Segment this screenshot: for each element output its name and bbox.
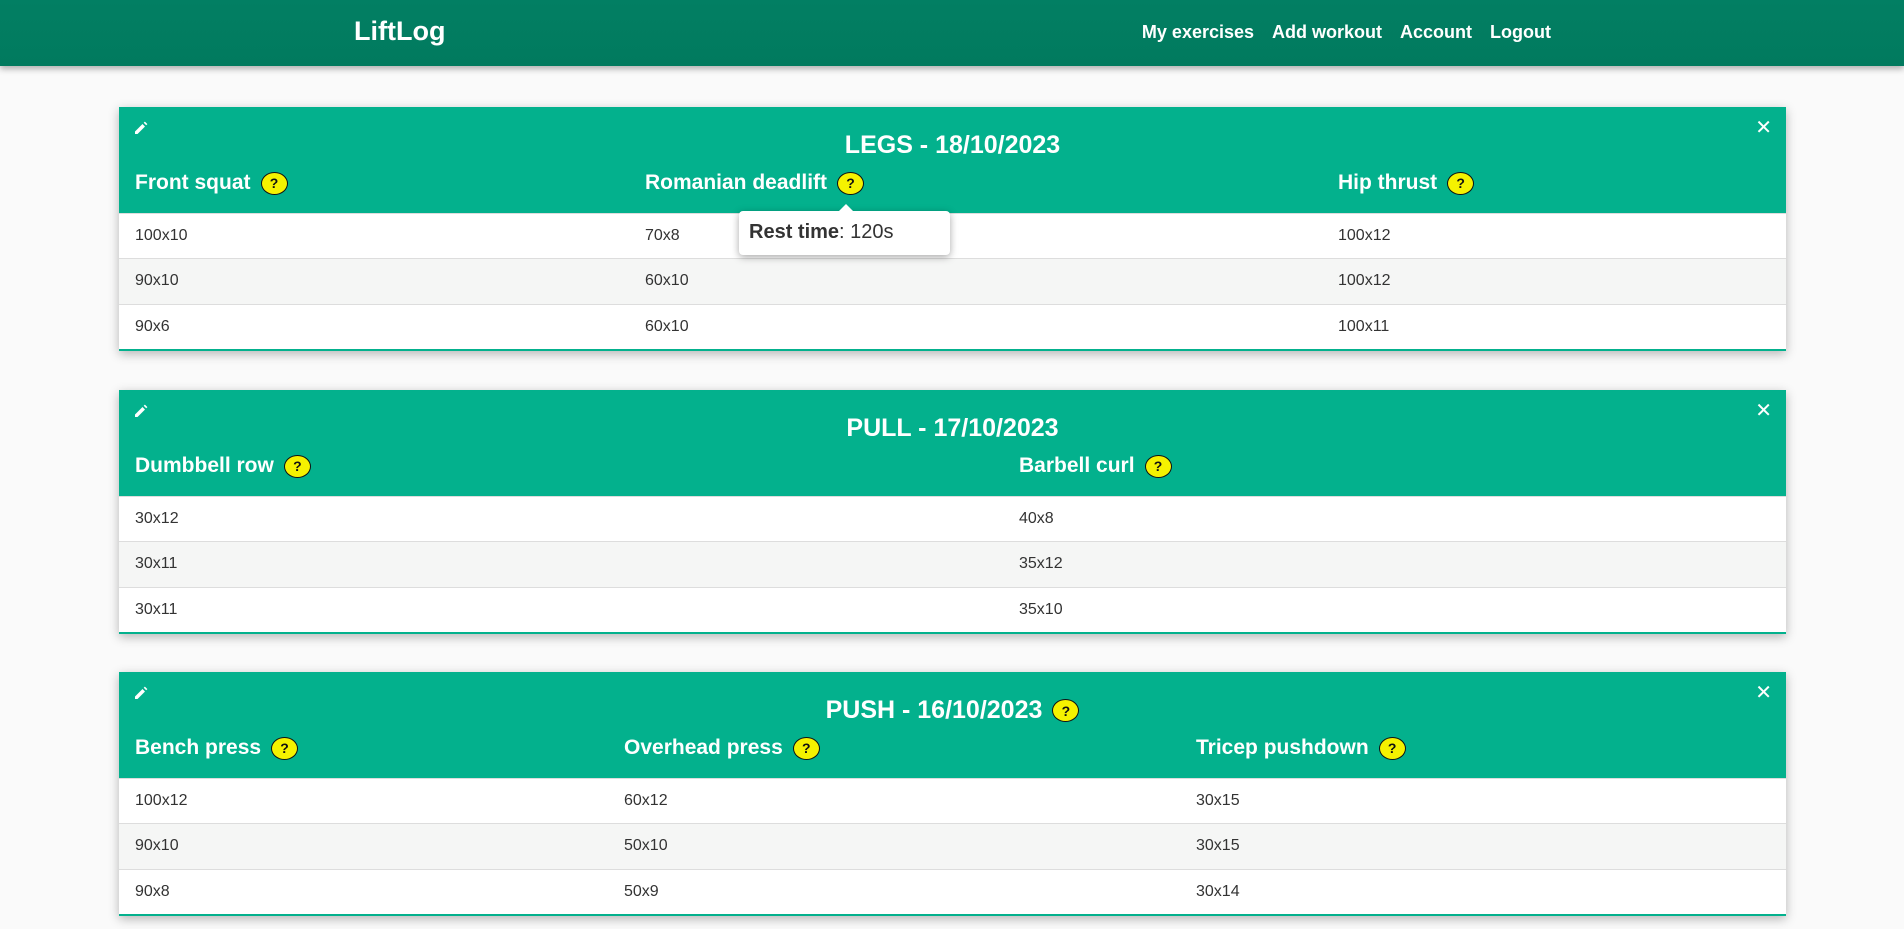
help-icon[interactable]: ? bbox=[271, 736, 299, 760]
help-icon[interactable]: ? bbox=[1052, 699, 1080, 722]
tooltip-label: Rest time bbox=[749, 221, 840, 243]
set-cell: 90x8 bbox=[135, 882, 170, 900]
exercise-header: Hip thrust ? bbox=[1338, 171, 1475, 195]
rest-time-tooltip: Rest time: 120s bbox=[739, 204, 950, 255]
set-cell: 30x11 bbox=[135, 600, 178, 618]
set-cell: 35x10 bbox=[1019, 600, 1063, 618]
nav-link-account[interactable]: Account bbox=[1400, 22, 1472, 43]
exercise-header: Romanian deadlift ? bbox=[645, 171, 865, 195]
set-cell: 60x10 bbox=[645, 317, 689, 335]
exercise-header: Front squat ? bbox=[135, 171, 288, 195]
exercise-header-row: Bench press ? Overhead press ? Tricep pu… bbox=[119, 736, 1786, 778]
set-cell: 30x12 bbox=[135, 510, 179, 527]
set-cell: 100x11 bbox=[1338, 317, 1390, 335]
workout-card: ✕ PULL - 17/10/2023 Dumbbell row ? Barbe… bbox=[119, 390, 1786, 634]
exercise-header-row: Dumbbell row ? Barbell curl ? bbox=[119, 454, 1786, 496]
table-row: 30x11 35x10 bbox=[119, 586, 1786, 632]
workout-title: LEGS - 18/10/2023 bbox=[844, 131, 1061, 159]
table-row: 100x10 70x8 100x12 bbox=[119, 213, 1786, 258]
workout-card-header: ✕ LEGS - 18/10/2023 Front squat ? Romani… bbox=[119, 107, 1786, 213]
nav-links: My exercises Add workout Account Logout bbox=[1142, 22, 1551, 43]
table-row: 90x10 60x10 100x12 bbox=[119, 258, 1786, 304]
set-cell: 30x11 bbox=[135, 555, 178, 573]
workout-card-header: ✕ PULL - 17/10/2023 Dumbbell row ? Barbe… bbox=[119, 390, 1786, 496]
help-icon[interactable]: ? bbox=[260, 171, 288, 195]
set-cell: 70x8 bbox=[645, 227, 680, 244]
set-cell: 50x9 bbox=[624, 882, 659, 900]
exercise-header: Overhead press ? bbox=[624, 736, 820, 760]
workout-card: ✕ LEGS - 18/10/2023 Front squat ? Romani… bbox=[119, 107, 1786, 351]
nav-link-my-exercises[interactable]: My exercises bbox=[1142, 22, 1254, 43]
table-row: 90x6 60x10 100x11 bbox=[119, 303, 1786, 349]
help-icon[interactable]: ? bbox=[1378, 736, 1406, 760]
table-row: 30x11 35x12 bbox=[119, 541, 1786, 587]
set-cell: 60x10 bbox=[645, 272, 689, 290]
set-cell: 30x15 bbox=[1196, 792, 1240, 809]
set-cell: 100x12 bbox=[1338, 227, 1391, 244]
table-row: 90x8 50x9 30x14 bbox=[119, 868, 1786, 914]
table-row: 90x10 50x10 30x15 bbox=[119, 823, 1786, 869]
workout-card: ✕ PUSH - 16/10/2023 ? Bench press ? Over… bbox=[119, 672, 1786, 916]
workout-card-header: ✕ PUSH - 16/10/2023 ? Bench press ? Over… bbox=[119, 672, 1786, 778]
help-icon[interactable]: ? bbox=[792, 736, 820, 760]
set-cell: 30x15 bbox=[1196, 837, 1240, 855]
set-cell: 40x8 bbox=[1019, 510, 1054, 527]
set-cell: 100x12 bbox=[1338, 272, 1391, 290]
table-row: 100x12 60x12 30x15 bbox=[119, 778, 1786, 823]
exercise-header: Bench press ? bbox=[135, 736, 299, 760]
set-cell: 90x10 bbox=[135, 272, 179, 290]
set-cell: 90x6 bbox=[135, 317, 170, 335]
workout-title: PULL - 17/10/2023 bbox=[846, 414, 1059, 442]
nav-link-add-workout[interactable]: Add workout bbox=[1272, 22, 1382, 43]
set-cell: 30x14 bbox=[1196, 882, 1240, 900]
exercise-header: Barbell curl ? bbox=[1019, 454, 1172, 478]
set-cell: 90x10 bbox=[135, 837, 179, 855]
help-icon[interactable]: ? bbox=[1144, 454, 1172, 478]
brand-logo[interactable]: LiftLog bbox=[354, 16, 445, 47]
exercise-header: Dumbbell row ? bbox=[135, 454, 311, 478]
nav-link-logout[interactable]: Logout bbox=[1490, 22, 1551, 43]
tooltip-value: : 120s bbox=[839, 221, 894, 243]
navbar: LiftLog My exercises Add workout Account… bbox=[0, 0, 1904, 66]
table-row: 30x12 40x8 bbox=[119, 496, 1786, 541]
exercise-header: Tricep pushdown ? bbox=[1196, 736, 1406, 760]
workout-title: PUSH - 16/10/2023 ? bbox=[119, 696, 1786, 725]
help-icon[interactable]: ? bbox=[283, 454, 311, 478]
set-cell: 60x12 bbox=[624, 792, 668, 809]
set-cell: 35x12 bbox=[1019, 555, 1063, 573]
set-cell: 100x12 bbox=[135, 792, 188, 809]
help-icon[interactable]: ? bbox=[1447, 171, 1475, 195]
exercise-header-row: Front squat ? Romanian deadlift ? Hip th… bbox=[119, 171, 1786, 213]
help-icon[interactable]: ? bbox=[837, 171, 865, 195]
set-cell: 50x10 bbox=[624, 837, 668, 855]
set-cell: 100x10 bbox=[135, 227, 188, 244]
